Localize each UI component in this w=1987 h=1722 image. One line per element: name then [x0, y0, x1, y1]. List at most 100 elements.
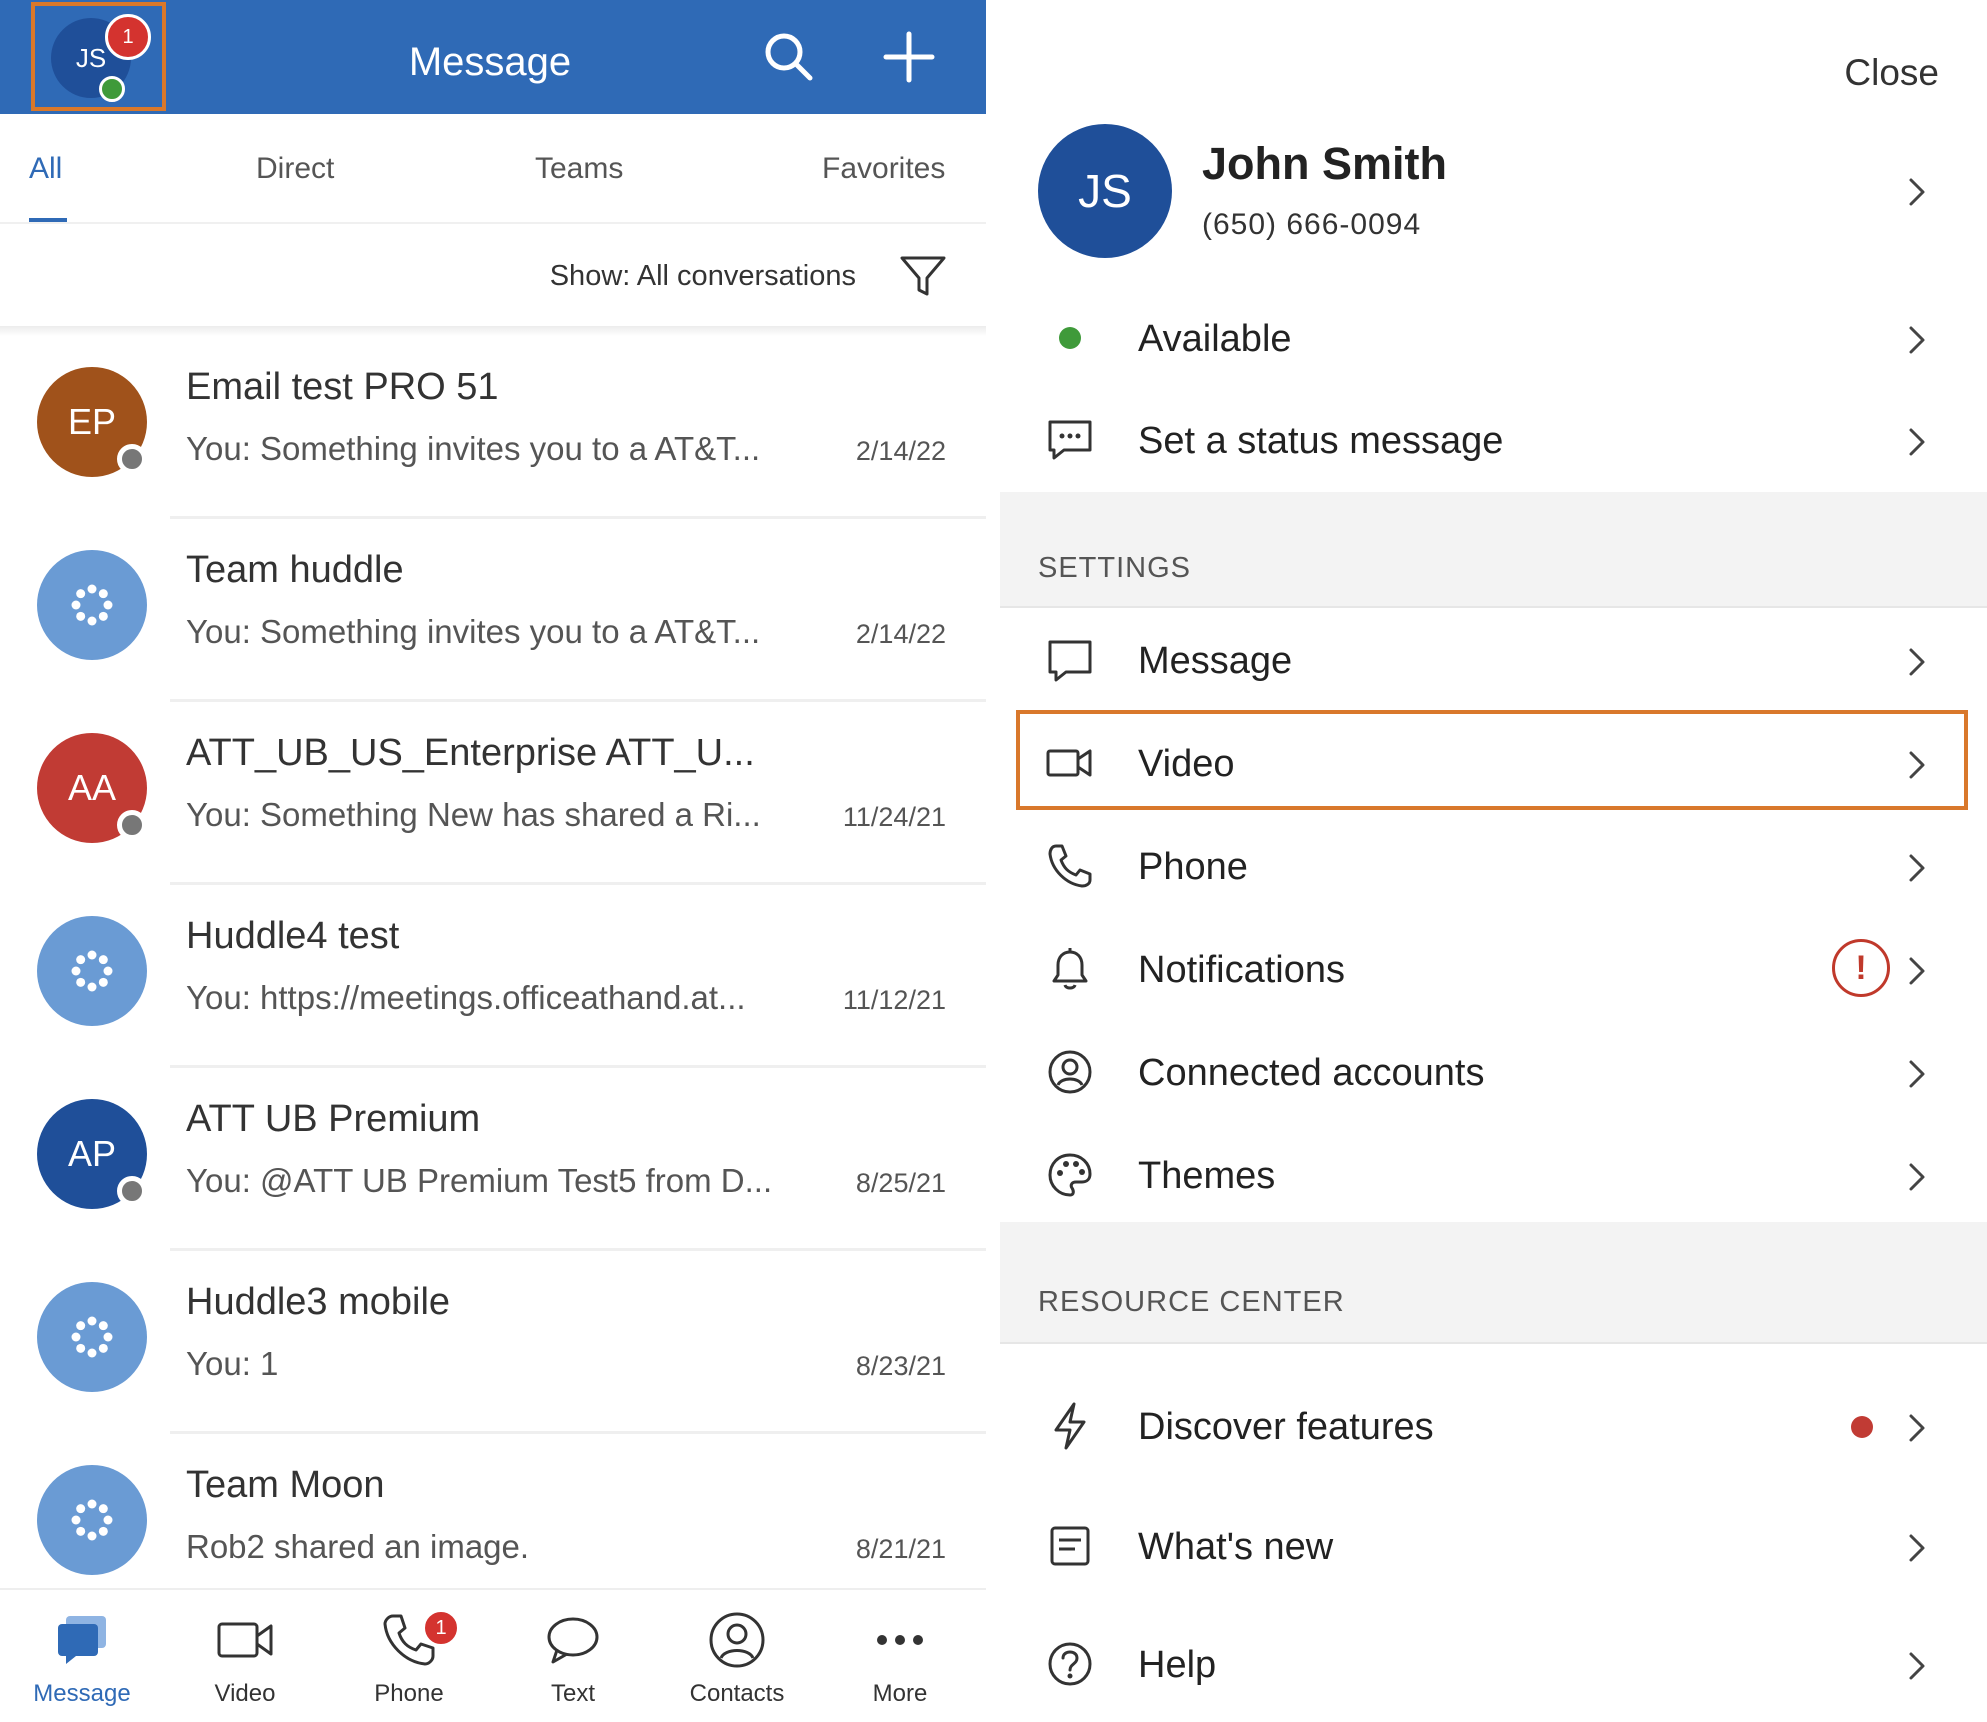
profile-row[interactable]: JS John Smith (650) 666-0094: [1000, 118, 1987, 268]
avatar: [37, 550, 147, 660]
profile-name: John Smith: [1202, 138, 1447, 189]
conversation-list: EP Email test PRO 51 You: Something invi…: [0, 336, 986, 1588]
conversation-preview: Rob2 shared an image.: [186, 1528, 530, 1565]
nav-video[interactable]: Video: [175, 1600, 315, 1720]
show-filter-label[interactable]: Show: All conversations: [550, 260, 856, 293]
chat-icon: [1048, 420, 1092, 460]
add-icon[interactable]: [880, 28, 938, 86]
nav-label: Video: [214, 1680, 276, 1707]
new-feature-dot: [1851, 1416, 1873, 1438]
avatar: JS: [1038, 124, 1172, 258]
row-label: Message: [1138, 640, 1293, 682]
conversation-name: Team huddle: [186, 549, 404, 591]
row-label: Help: [1138, 1644, 1217, 1686]
presence-indicator: [99, 76, 125, 102]
conversation-row[interactable]: AA ATT_UB_US_Enterprise ATT_U... You: So…: [0, 702, 986, 885]
row-label: Themes: [1138, 1155, 1276, 1197]
nav-label: Phone: [374, 1680, 444, 1707]
status-message-row[interactable]: Set a status message: [1000, 390, 1987, 490]
conversation-row[interactable]: Huddle4 test You: https://meetings.offic…: [0, 885, 986, 1068]
conversation-row[interactable]: Team Moon Rob2 shared an image. 8/21/21: [0, 1434, 986, 1588]
filter-row: Show: All conversations: [0, 224, 986, 326]
search-icon[interactable]: [760, 28, 818, 86]
conversation-date: 11/12/21: [842, 985, 946, 1015]
video-icon: [1046, 749, 1092, 777]
page-title: Message: [408, 40, 572, 84]
tab-teams[interactable]: Teams: [535, 152, 623, 186]
nav-phone[interactable]: 1 Phone: [339, 1600, 479, 1720]
bottom-nav: Message Video 1 Phone Text Contacts More: [0, 1588, 986, 1722]
available-status-icon: [1059, 327, 1081, 349]
row-label: Discover features: [1138, 1406, 1434, 1448]
settings-row-message[interactable]: Message: [1000, 610, 1987, 710]
avatar-initials: AA: [67, 767, 117, 808]
nav-contacts[interactable]: Contacts: [667, 1600, 807, 1720]
conversation-date: 8/25/21: [855, 1168, 946, 1198]
message-icon: [58, 1616, 106, 1664]
avatar: [37, 916, 147, 1026]
conversation-preview: You: Something invites you to a AT&T...: [186, 430, 761, 467]
conversation-preview: You: @ATT UB Premium Test5 from D...: [186, 1162, 773, 1199]
nav-more[interactable]: More: [830, 1600, 970, 1720]
chevron-right-icon: [1909, 854, 1925, 882]
row-label: Notifications: [1138, 949, 1345, 991]
settings-row-what-s-new[interactable]: What's new: [1000, 1496, 1987, 1596]
nav-label: More: [872, 1680, 928, 1707]
conversation-row[interactable]: Team huddle You: Something invites you t…: [0, 519, 986, 702]
my-avatar-button[interactable]: JS 1: [31, 2, 166, 111]
video-icon: [217, 1622, 273, 1658]
conversation-name: Huddle4 test: [186, 915, 400, 957]
more-icon: [877, 1635, 923, 1645]
nav-label: Contacts: [689, 1680, 785, 1707]
row-label: What's new: [1138, 1526, 1334, 1568]
conversation-date: 2/14/22: [855, 619, 946, 649]
contacts-icon: [709, 1612, 765, 1668]
chevron-right-icon: [1909, 178, 1925, 206]
conversation-row[interactable]: AP ATT UB Premium You: @ATT UB Premium T…: [0, 1068, 986, 1251]
conversation-name: Email test PRO 51: [186, 366, 499, 408]
profile-phone: (650) 666-0094: [1202, 208, 1422, 241]
team-icon: [71, 1316, 113, 1358]
divider: [1000, 1342, 1987, 1344]
avatar: [37, 1465, 147, 1575]
chevron-right-icon: [1909, 957, 1925, 985]
settings-row-themes[interactable]: Themes: [1000, 1125, 1987, 1225]
settings-row-video[interactable]: Video: [1000, 713, 1987, 813]
settings-row-help[interactable]: Help: [1000, 1614, 1987, 1714]
section-title: SETTINGS: [1038, 552, 1192, 584]
text-icon: [547, 1617, 599, 1664]
avatar: [37, 1282, 147, 1392]
nav-message[interactable]: Message: [12, 1600, 152, 1720]
bell-icon: [1052, 948, 1088, 990]
divider: [1000, 606, 1987, 608]
conversation-row[interactable]: Huddle3 mobile You: 1 8/23/21: [0, 1251, 986, 1434]
chevron-right-icon: [1909, 751, 1925, 779]
settings-section-header: SETTINGS: [1000, 492, 1987, 606]
avatar-initials: AP: [67, 1133, 117, 1174]
app-header: JS 1 Message: [0, 0, 986, 114]
tab-direct[interactable]: Direct: [256, 152, 334, 186]
tab-all[interactable]: All: [29, 152, 62, 186]
chevron-right-icon: [1909, 1414, 1925, 1442]
row-label: Set a status message: [1138, 420, 1504, 462]
status-available-row[interactable]: Available: [1000, 288, 1987, 388]
conversation-row[interactable]: EP Email test PRO 51 You: Something invi…: [0, 336, 986, 519]
conversation-date: 2/14/22: [855, 436, 946, 466]
tab-favorites[interactable]: Favorites: [822, 152, 945, 186]
conversation-name: ATT UB Premium: [186, 1098, 481, 1140]
conversation-preview: You: Something invites you to a AT&T...: [186, 613, 761, 650]
nav-text[interactable]: Text: [503, 1600, 643, 1720]
close-button[interactable]: Close: [1844, 52, 1939, 94]
row-label: Connected accounts: [1138, 1052, 1485, 1094]
divider: [0, 326, 986, 336]
settings-row-phone[interactable]: Phone: [1000, 816, 1987, 916]
conversation-name: ATT_UB_US_Enterprise ATT_U...: [186, 732, 755, 774]
filter-icon[interactable]: [898, 254, 948, 300]
help-icon: [1048, 1642, 1092, 1686]
alert-glyph: !: [1855, 949, 1867, 987]
settings-row-notifications[interactable]: Notifications !: [1000, 919, 1987, 1019]
settings-row-connected-accounts[interactable]: Connected accounts: [1000, 1022, 1987, 1122]
avatar-initials: EP: [67, 401, 117, 442]
settings-row-discover-features[interactable]: Discover features: [1000, 1376, 1987, 1476]
chevron-right-icon: [1909, 428, 1925, 456]
